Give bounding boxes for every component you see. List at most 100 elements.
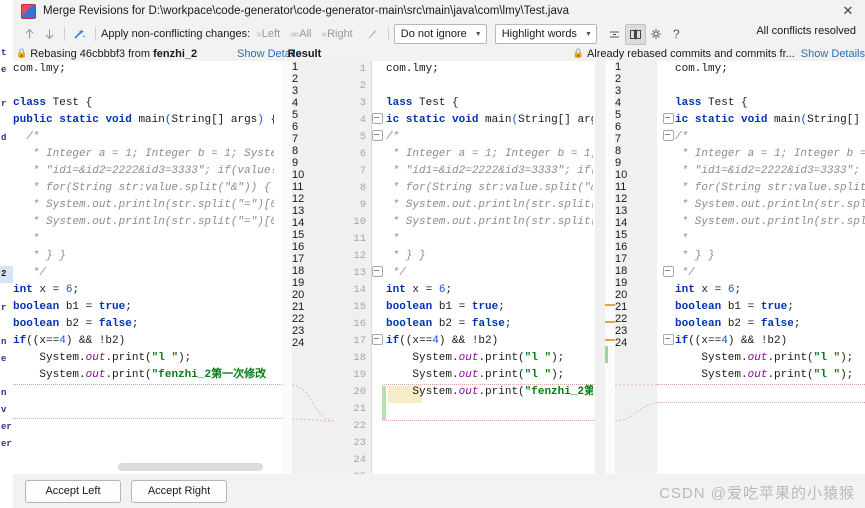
bg-code-line bbox=[0, 147, 13, 164]
code-line: System.out.print("fenzhi_2第一次修改 ") bbox=[13, 369, 274, 381]
line-number: 1 bbox=[615, 61, 622, 73]
line-number: 11 bbox=[353, 233, 366, 245]
code-line: * for(String str:value.split("&")) { if(… bbox=[32, 182, 271, 194]
help-icon[interactable]: ? bbox=[667, 25, 686, 44]
ignore-policy-select[interactable]: Do not ignore ▼ bbox=[393, 24, 487, 44]
line-number: 10 bbox=[353, 216, 366, 228]
line-number: 10 bbox=[615, 169, 628, 181]
background-window-sliver: t e r d 2 r n e n v er er bbox=[0, 0, 14, 508]
left-code-area[interactable]: com.lmy; class Test {public static void … bbox=[13, 61, 274, 474]
window-title: Merge Revisions for D:\workpace\code-gen… bbox=[43, 5, 570, 17]
change-marker[interactable] bbox=[605, 321, 615, 323]
right-code-area[interactable]: com.lmy; lass Test {ic static void main(… bbox=[675, 61, 865, 474]
bg-code-line bbox=[0, 317, 13, 334]
apply-changes-label: Apply non-conflicting changes: bbox=[101, 28, 251, 40]
code-line: lass Test { bbox=[675, 97, 748, 109]
wand-icon[interactable] bbox=[363, 24, 383, 44]
code-line: System.out.print("l "); bbox=[386, 369, 565, 381]
line-number: 13 bbox=[353, 267, 366, 279]
bg-code-line bbox=[0, 198, 13, 215]
code-line: /* bbox=[386, 131, 400, 143]
line-number: 1 bbox=[292, 61, 299, 73]
left-pane-header: 🔒 Rebasing 46cbbbf3 from fenzhi_2 Show D… bbox=[13, 46, 301, 61]
bg-code-line bbox=[0, 79, 13, 96]
bg-code-line bbox=[0, 249, 13, 266]
code-line: class Test { bbox=[13, 97, 93, 109]
fold-marker-icon[interactable] bbox=[372, 113, 383, 124]
accept-left-button[interactable]: Accept Left bbox=[25, 479, 121, 503]
toolbar: Apply non-conflicting changes: » Left »«… bbox=[13, 22, 865, 46]
bg-code-line: r bbox=[1, 99, 7, 109]
line-number: 8 bbox=[359, 182, 366, 194]
right-line-numbers: 1 2 3 4 5 6 7 8 9 10 11 12 13 14 15 16 17 18 19 20 21 22 23 24 bbox=[615, 61, 657, 474]
collapse-unchanged-icon[interactable] bbox=[605, 25, 624, 44]
fold-marker-icon[interactable] bbox=[372, 334, 383, 345]
line-number: 14 bbox=[615, 217, 628, 229]
accept-right-button[interactable]: Accept Right bbox=[131, 479, 227, 503]
line-number: 21 bbox=[292, 301, 305, 313]
conflict-status-label: All conflicts resolved bbox=[756, 25, 856, 37]
code-line: */ bbox=[13, 267, 47, 279]
line-number: 3 bbox=[359, 97, 366, 109]
apply-right-button[interactable]: « Right bbox=[322, 28, 353, 40]
left-conflict-top-marker bbox=[13, 384, 292, 385]
line-number: 9 bbox=[292, 157, 299, 169]
code-line: * System.out.println(str.split("=")[0]+ bbox=[392, 216, 593, 228]
line-number: 7 bbox=[359, 165, 366, 177]
fold-marker-icon[interactable] bbox=[372, 130, 383, 141]
chevron-down-icon: ▼ bbox=[584, 30, 592, 38]
close-icon[interactable]: ✕ bbox=[831, 0, 865, 22]
arrow-up-icon[interactable] bbox=[19, 24, 39, 44]
magic-resolve-icon[interactable] bbox=[70, 24, 90, 44]
bg-code-line: r bbox=[1, 303, 7, 313]
fold-marker-icon[interactable] bbox=[663, 334, 674, 345]
right-show-details-link[interactable]: Show Details bbox=[801, 48, 865, 60]
fold-marker-icon[interactable] bbox=[663, 266, 674, 277]
bg-code-line bbox=[0, 368, 13, 385]
highlight-policy-select[interactable]: Highlight words ▼ bbox=[494, 24, 597, 44]
fold-marker-icon[interactable] bbox=[663, 113, 674, 124]
fold-marker-icon[interactable] bbox=[663, 130, 674, 141]
change-marker[interactable] bbox=[605, 304, 615, 306]
line-number: 19 bbox=[292, 277, 305, 289]
right-editor-pane[interactable]: com.lmy; lass Test {ic static void main(… bbox=[657, 61, 865, 474]
arrow-down-icon[interactable] bbox=[39, 24, 59, 44]
line-number: 9 bbox=[359, 199, 366, 211]
line-number: 15 bbox=[353, 301, 366, 313]
left-editor-pane[interactable]: com.lmy; class Test {public static void … bbox=[13, 61, 292, 474]
gear-icon[interactable] bbox=[647, 25, 666, 44]
chevron-left-double-icon: « bbox=[321, 28, 327, 40]
left-gutter-pane: 1 2 3 4 5 6 7 8 9 10 11 12 13 14 15 16 17 18 19 20 21 22 23 24 bbox=[292, 61, 334, 474]
line-number: 15 bbox=[292, 229, 305, 241]
center-line-numbers: 1234567891011121314151617181920212223242… bbox=[334, 61, 371, 474]
insert-marker[interactable] bbox=[605, 346, 608, 363]
center-vertical-scrollbar[interactable] bbox=[595, 61, 605, 474]
code-line: if((x==4) && !b2) bbox=[675, 335, 788, 347]
center-editor-pane[interactable]: 1234567891011121314151617181920212223242… bbox=[334, 61, 615, 474]
apply-left-button[interactable]: » Left bbox=[256, 28, 280, 40]
code-line: * "id1=&id2=2222&id3=3333"; if(value!=nu… bbox=[32, 165, 274, 177]
side-by-side-icon[interactable] bbox=[624, 23, 646, 45]
fold-marker-icon[interactable] bbox=[372, 266, 383, 277]
ignore-policy-value: Do not ignore bbox=[400, 28, 467, 40]
center-marker-strip[interactable] bbox=[605, 61, 615, 474]
left-horizontal-scrollbar[interactable] bbox=[118, 463, 263, 471]
right-pane-title: Already rebased commits and commits fr..… bbox=[586, 47, 795, 60]
left-vertical-scrollbar[interactable] bbox=[282, 61, 292, 474]
bg-code-line: 2 bbox=[0, 266, 13, 283]
apply-all-button[interactable]: »« All bbox=[290, 28, 311, 40]
line-number: 1 bbox=[359, 63, 366, 75]
change-marker[interactable] bbox=[605, 339, 615, 341]
bg-code-line: er bbox=[1, 422, 12, 432]
line-number: 20 bbox=[615, 289, 628, 301]
bg-code-line: e bbox=[1, 354, 7, 364]
line-number: 22 bbox=[292, 313, 305, 325]
code-line: * System.out.println(str.split("=")[0]+ bbox=[392, 199, 593, 211]
center-code-area[interactable]: com.lmy; lass Test {ic static void main(… bbox=[386, 61, 593, 474]
merge-editors: com.lmy; class Test {public static void … bbox=[13, 61, 865, 474]
line-number: 2 bbox=[359, 80, 366, 92]
